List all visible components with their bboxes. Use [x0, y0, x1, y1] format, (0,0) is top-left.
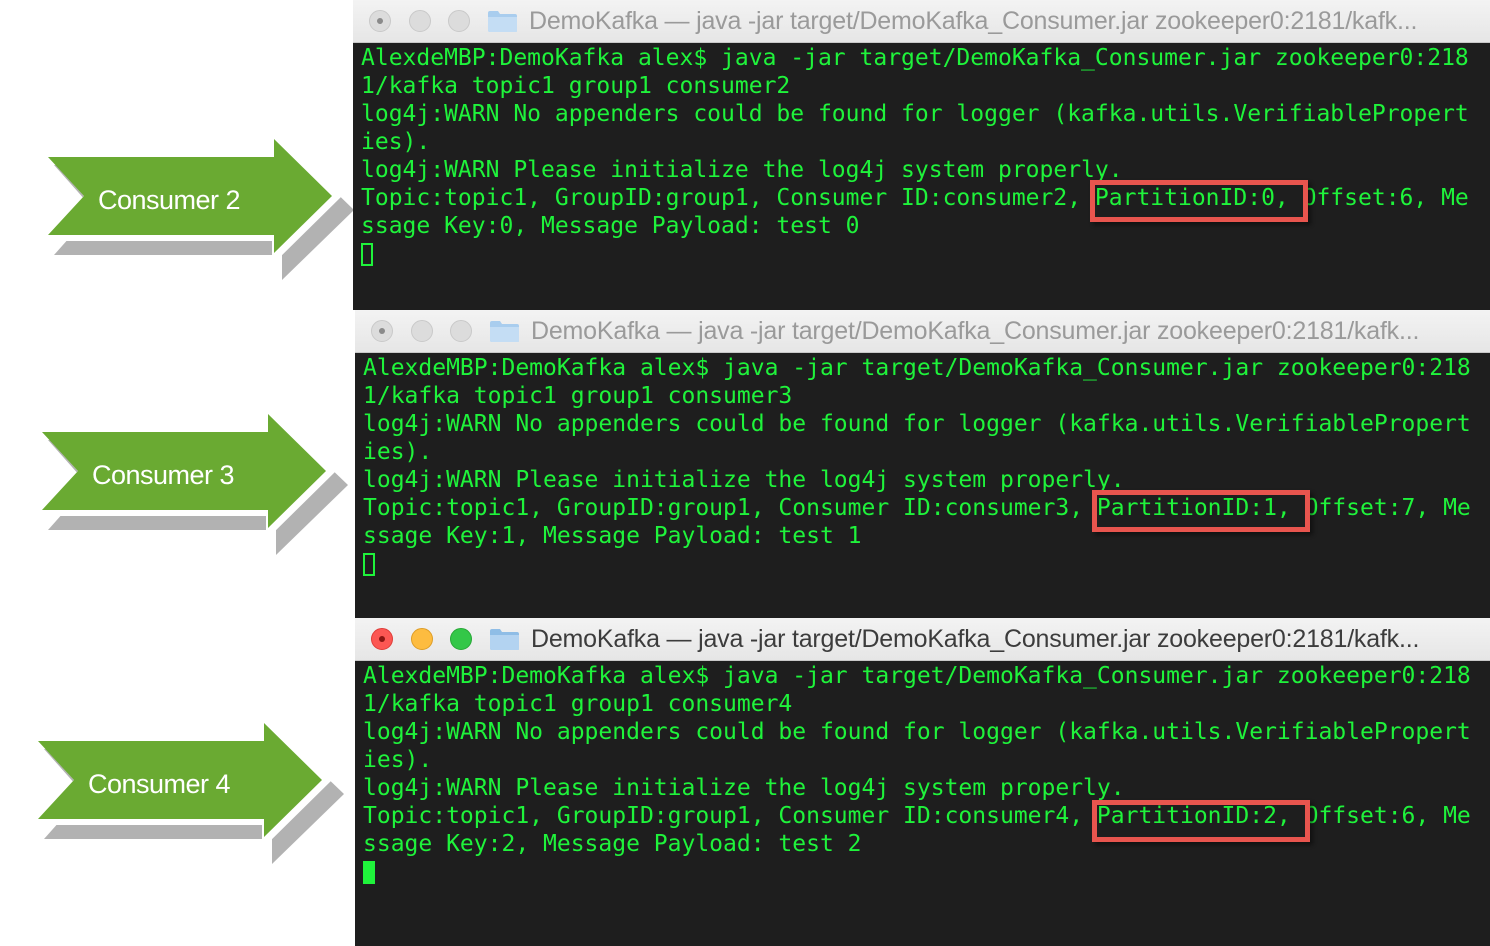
partition-id-highlight [1092, 800, 1310, 842]
cursor-line [361, 240, 1489, 268]
zoom-button[interactable] [450, 320, 472, 342]
partition-id-highlight [1090, 180, 1308, 222]
close-button[interactable] [371, 628, 393, 650]
terminal-line: log4j:WARN No appenders could be found f… [363, 411, 1471, 437]
terminal-line: Topic:topic1, GroupID:group1, Consumer I… [363, 803, 1471, 829]
terminal-line: ies). [363, 747, 433, 773]
window-title: DemoKafka — java -jar target/DemoKafka_C… [531, 625, 1420, 653]
terminal-line: AlexdeMBP:DemoKafka alex$ java -jar targ… [363, 663, 1471, 689]
minimize-button[interactable] [411, 628, 433, 650]
terminal-line: Topic:topic1, GroupID:group1, Consumer I… [363, 495, 1471, 521]
terminal-line: AlexdeMBP:DemoKafka alex$ java -jar targ… [363, 355, 1471, 381]
terminal-line: ies). [363, 439, 433, 465]
terminal-output[interactable]: AlexdeMBP:DemoKafka alex$ java -jar targ… [355, 354, 1490, 620]
terminal-line: ies). [361, 129, 431, 155]
terminal-window-consumer-3[interactable]: DemoKafka — java -jar target/DemoKafka_C… [355, 310, 1490, 620]
close-button[interactable] [371, 320, 393, 342]
terminal-line: ssage Key:0, Message Payload: test 0 [361, 213, 860, 239]
terminal-window-consumer-4[interactable]: DemoKafka — java -jar target/DemoKafka_C… [355, 618, 1490, 946]
folder-icon [488, 11, 517, 32]
folder-icon [490, 629, 519, 650]
window-title: DemoKafka — java -jar target/DemoKafka_C… [529, 7, 1418, 35]
terminal-line: Topic:topic1, GroupID:group1, Consumer I… [361, 185, 1469, 211]
terminal-line: ssage Key:1, Message Payload: test 1 [363, 523, 862, 549]
zoom-button[interactable] [450, 628, 472, 650]
consumer-3-arrow: Consumer 4 Consumer 3 [0, 402, 350, 555]
terminal-line: log4j:WARN No appenders could be found f… [363, 719, 1471, 745]
title-bar[interactable]: DemoKafka — java -jar target/DemoKafka_C… [353, 0, 1490, 43]
terminal-line: 1/kafka topic1 group1 consumer2 [361, 73, 791, 99]
consumer-4-arrow: Consumer 4 [0, 712, 350, 864]
terminal-line: log4j:WARN Please initialize the log4j s… [363, 775, 1125, 801]
consumer-4-label: Consumer 4 [88, 769, 231, 799]
minimize-button[interactable] [409, 10, 431, 32]
terminal-line: ssage Key:2, Message Payload: test 2 [363, 831, 862, 857]
terminal-line: 1/kafka topic1 group1 consumer3 [363, 383, 793, 409]
terminal-window-consumer-2[interactable]: DemoKafka — java -jar target/DemoKafka_C… [353, 0, 1490, 310]
close-button[interactable] [369, 10, 391, 32]
terminal-line: log4j:WARN Please initialize the log4j s… [363, 467, 1125, 493]
title-bar[interactable]: DemoKafka — java -jar target/DemoKafka_C… [355, 310, 1490, 353]
terminal-line: AlexdeMBP:DemoKafka alex$ java -jar targ… [361, 45, 1469, 71]
partition-id-highlight [1092, 490, 1310, 532]
text-cursor [363, 861, 375, 884]
minimize-button[interactable] [411, 320, 433, 342]
terminal-line: log4j:WARN Please initialize the log4j s… [361, 157, 1123, 183]
terminal-line: log4j:WARN No appenders could be found f… [361, 101, 1469, 127]
cursor-line [363, 550, 1490, 578]
text-cursor [361, 243, 373, 266]
terminal-output[interactable]: AlexdeMBP:DemoKafka alex$ java -jar targ… [353, 44, 1490, 310]
title-bar[interactable]: DemoKafka — java -jar target/DemoKafka_C… [355, 618, 1490, 661]
folder-icon [490, 321, 519, 342]
consumer-3-label-text: Consumer 3 [92, 460, 235, 490]
terminal-line: 1/kafka topic1 group1 consumer4 [363, 691, 793, 717]
terminal-output[interactable]: AlexdeMBP:DemoKafka alex$ java -jar targ… [355, 662, 1490, 946]
window-title: DemoKafka — java -jar target/DemoKafka_C… [531, 317, 1420, 345]
cursor-line [363, 858, 1490, 886]
text-cursor [363, 553, 375, 576]
consumer-2-label: Consumer 2 [98, 185, 241, 215]
consumer-2-arrow: Consumer 2 [0, 125, 354, 280]
zoom-button[interactable] [448, 10, 470, 32]
